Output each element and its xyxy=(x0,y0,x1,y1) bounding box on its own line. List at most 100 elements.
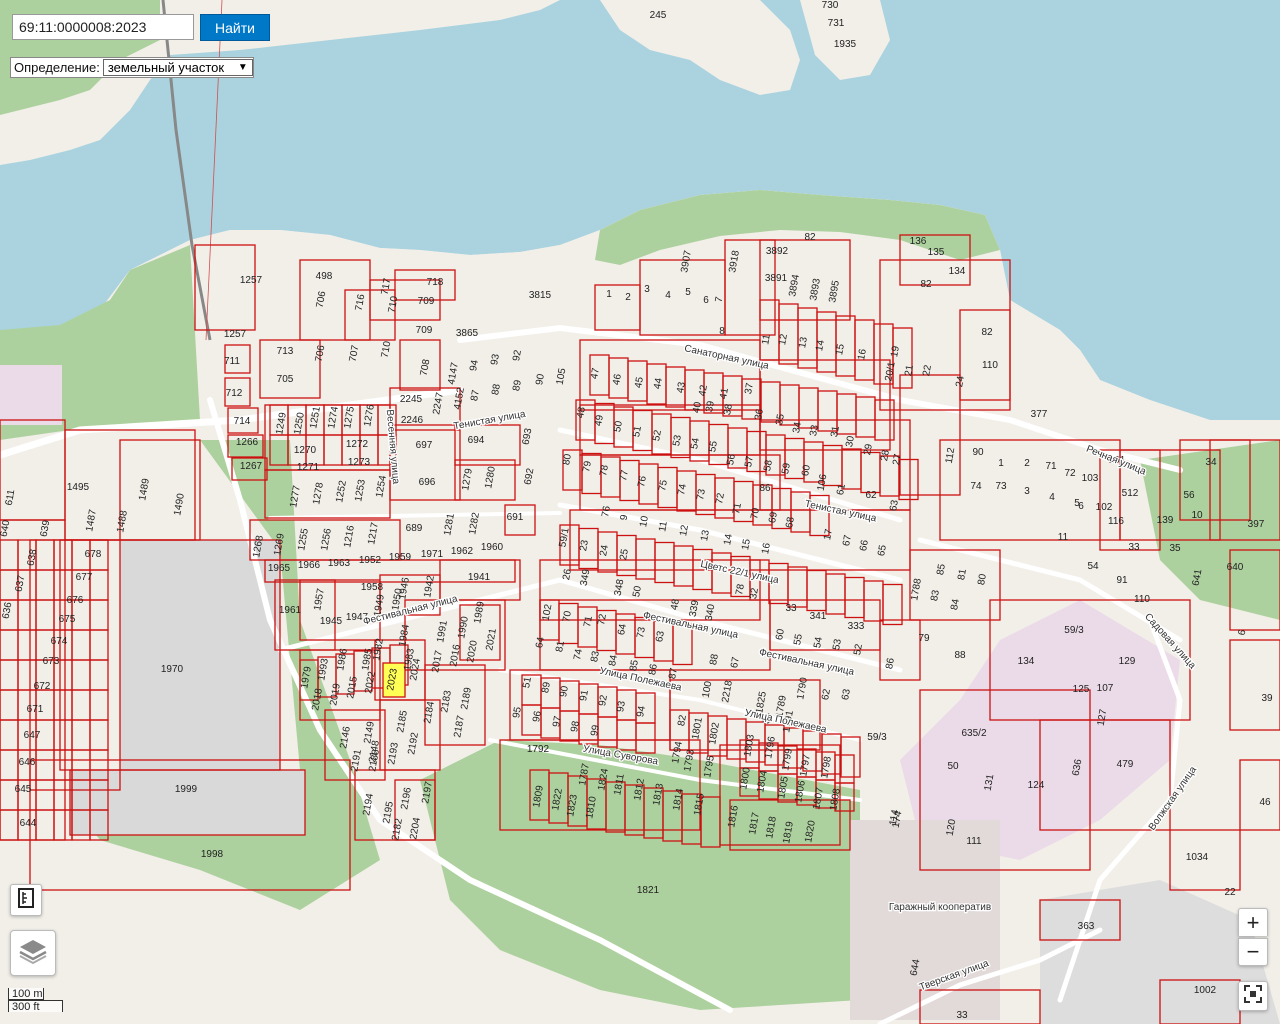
parcel-label[interactable]: 341 xyxy=(810,611,827,622)
parcel-label[interactable]: 673 xyxy=(43,656,60,667)
parcel-label[interactable]: 73 xyxy=(995,481,1007,492)
parcel-label[interactable]: 647 xyxy=(24,730,41,741)
parcel-label[interactable]: 129 xyxy=(1119,656,1136,667)
parcel-label[interactable]: 39 xyxy=(1261,693,1273,704)
parcel-label[interactable]: 1998 xyxy=(201,849,224,860)
parcel-label[interactable]: 136 xyxy=(910,236,927,247)
parcel-label[interactable]: 3815 xyxy=(529,290,552,301)
ruler-button[interactable] xyxy=(10,884,42,916)
parcel-label[interactable]: 86 xyxy=(759,483,771,494)
parcel-label[interactable]: 91 xyxy=(1116,575,1128,586)
layers-button[interactable] xyxy=(10,930,56,976)
parcel-label[interactable]: 135 xyxy=(928,247,945,258)
parcel-label[interactable]: 1971 xyxy=(421,549,444,560)
parcel-label[interactable]: 82 xyxy=(920,279,932,290)
zoom-out-button[interactable]: − xyxy=(1238,938,1268,966)
parcel-label[interactable]: 691 xyxy=(507,512,524,523)
parcel-label[interactable]: 696 xyxy=(419,477,436,488)
parcel-label[interactable]: 678 xyxy=(85,549,102,560)
parcel-label[interactable]: 1965 xyxy=(268,563,291,574)
parcel-label[interactable]: 2245 xyxy=(400,394,423,405)
parcel-label[interactable]: 8 xyxy=(719,326,725,337)
parcel-label[interactable]: 1273 xyxy=(348,457,371,468)
parcel-label[interactable]: 3 xyxy=(644,284,650,295)
parcel-label[interactable]: 2 xyxy=(1024,458,1030,469)
parcel-label[interactable]: 1257 xyxy=(240,275,263,286)
parcel-label[interactable]: 116 xyxy=(1108,516,1124,527)
parcel-label[interactable]: 640 xyxy=(1227,562,1244,573)
parcel-label[interactable]: 3865 xyxy=(456,328,479,339)
parcel-label[interactable]: 644 xyxy=(20,818,37,829)
parcel-label[interactable]: 3892 xyxy=(766,246,789,257)
parcel-label[interactable]: 134 xyxy=(949,266,966,277)
parcel-label[interactable]: 59/3 xyxy=(1064,625,1084,636)
cadastral-search-input[interactable] xyxy=(12,14,194,40)
parcel-label[interactable]: 22 xyxy=(1224,887,1236,898)
parcel-label[interactable]: 1941 xyxy=(468,572,491,583)
parcel-label[interactable]: 3 xyxy=(1024,486,1030,497)
parcel-label[interactable]: 134 xyxy=(1018,656,1035,667)
parcel-label[interactable]: 714 xyxy=(234,416,251,427)
parcel-label[interactable]: 79 xyxy=(918,633,930,644)
parcel-label[interactable]: 363 xyxy=(1078,921,1095,932)
parcel-label[interactable]: 102 xyxy=(1096,502,1113,513)
parcel-label[interactable]: 1002 xyxy=(1194,985,1217,996)
parcel-label[interactable]: 512 xyxy=(1122,488,1139,499)
parcel-label[interactable]: 139 xyxy=(1157,515,1174,526)
fullscreen-button[interactable] xyxy=(1238,981,1268,1011)
cadastral-map[interactable]: 24573073119351257 498706 716717 718710 70970… xyxy=(0,0,1280,1024)
parcel-label[interactable]: 62 xyxy=(865,490,877,501)
parcel-label[interactable]: 34 xyxy=(1205,457,1217,468)
parcel-label[interactable]: 90 xyxy=(972,447,984,458)
parcel-label[interactable]: 731 xyxy=(828,18,845,29)
parcel-label[interactable]: 711 xyxy=(224,356,240,367)
parcel-label[interactable]: 1257 xyxy=(224,329,247,340)
parcel-label[interactable]: 54 xyxy=(1087,561,1099,572)
parcel-label[interactable]: 6 xyxy=(1078,501,1084,512)
parcel-label[interactable]: 718 xyxy=(427,277,444,288)
parcel-label[interactable]: 33 xyxy=(1128,542,1140,553)
parcel-label[interactable]: 110 xyxy=(982,360,998,371)
parcel-label[interactable]: 1960 xyxy=(481,542,504,553)
parcel-label[interactable]: 50 xyxy=(947,761,959,772)
parcel-label[interactable]: 46 xyxy=(1259,797,1271,808)
parcel-label[interactable]: 1821 xyxy=(637,885,660,896)
parcel-label[interactable]: 3891 xyxy=(765,273,788,284)
parcel-label[interactable]: 1959 xyxy=(389,552,412,563)
parcel-label[interactable]: 88 xyxy=(954,650,966,661)
parcel-label[interactable]: 479 xyxy=(1117,759,1134,770)
parcel-label[interactable]: 1270 xyxy=(294,445,317,456)
parcel-label[interactable]: 72 xyxy=(1064,468,1076,479)
parcel-label[interactable]: 33 xyxy=(785,603,797,614)
parcel-label[interactable]: 709 xyxy=(416,325,433,336)
parcel-label[interactable]: 671 xyxy=(27,704,44,715)
parcel-label[interactable]: 245 xyxy=(650,10,667,21)
parcel-label[interactable]: 709 xyxy=(418,296,435,307)
search-button[interactable]: Найти xyxy=(200,14,270,41)
parcel-label[interactable]: 1999 xyxy=(175,784,198,795)
parcel-label[interactable]: 56 xyxy=(1183,490,1195,501)
parcel-label[interactable]: 1952 xyxy=(359,555,382,566)
zoom-in-button[interactable]: + xyxy=(1238,908,1268,936)
parcel-label[interactable]: 107 xyxy=(1097,683,1114,694)
parcel-label[interactable]: 674 xyxy=(51,636,68,647)
parcel-label[interactable]: 677 xyxy=(76,572,93,583)
parcel-label[interactable]: 111 xyxy=(966,836,982,847)
parcel-label[interactable]: 82 xyxy=(981,327,993,338)
parcel-label[interactable]: 4 xyxy=(1049,492,1055,503)
parcel-label[interactable]: 35 xyxy=(1169,543,1181,554)
parcel-label[interactable]: 730 xyxy=(822,0,839,11)
parcel-label[interactable]: 397 xyxy=(1248,519,1265,530)
parcel-label[interactable]: 1963 xyxy=(328,558,351,569)
parcel-label[interactable]: 712 xyxy=(226,388,243,399)
parcel-label[interactable]: 646 xyxy=(19,757,36,768)
parcel-label[interactable]: 125 xyxy=(1073,684,1090,695)
parcel-label[interactable]: 1962 xyxy=(451,546,474,557)
parcel-label[interactable]: 676 xyxy=(67,595,84,606)
definition-select[interactable]: земельный участок ▼ xyxy=(102,59,253,76)
parcel-label[interactable]: 645 xyxy=(15,784,32,795)
parcel-label[interactable]: 1 xyxy=(606,289,612,300)
parcel-label[interactable]: 33 xyxy=(956,1010,968,1021)
parcel-label[interactable]: 82 xyxy=(804,232,816,243)
parcel-label[interactable]: 1271 xyxy=(297,462,320,473)
